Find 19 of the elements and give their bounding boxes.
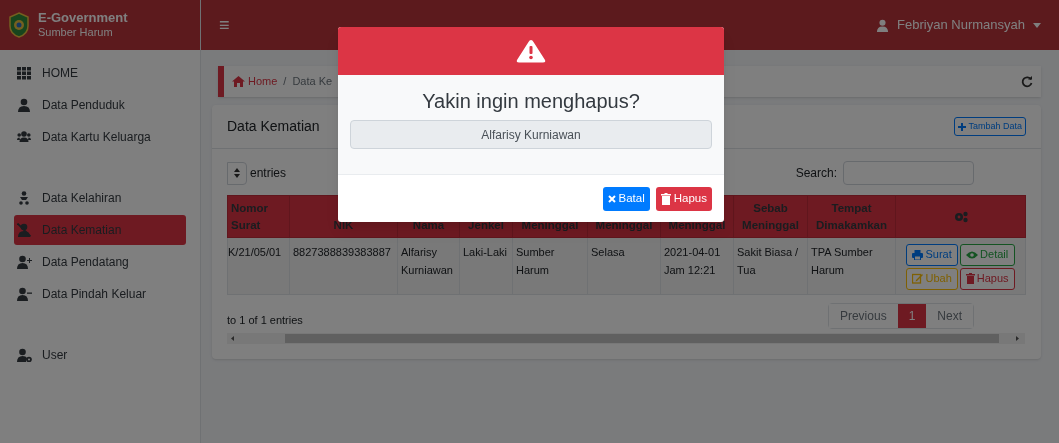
breadcrumb-separator: / bbox=[282, 74, 288, 90]
table-cell: K/21/05/01 bbox=[227, 237, 290, 295]
entries-label: entries bbox=[250, 165, 287, 182]
card-title: Data Kematian bbox=[227, 117, 320, 136]
brand-subtitle: Sumber Harum bbox=[38, 26, 114, 40]
brand-title: E-Government bbox=[38, 10, 128, 27]
table-info: to 1 of 1 entries bbox=[227, 312, 303, 328]
table-cell: Sumber Harum bbox=[512, 237, 588, 295]
table-cell: Selasa bbox=[587, 237, 661, 295]
table-cell: Alfarisy Kurniawan bbox=[397, 237, 460, 295]
breadcrumb-current: Data Ke bbox=[292, 74, 333, 90]
search-label: Search: bbox=[795, 165, 837, 182]
name-field: Alfarisy Kurniawan bbox=[350, 120, 712, 149]
dialog-title: Yakin ingin menghapus? bbox=[422, 89, 640, 114]
table-cell: Sakit Biasa / Tua bbox=[733, 237, 808, 295]
table-cell: 8827388839383887 bbox=[289, 237, 398, 295]
table-cell: Laki-Laki bbox=[459, 237, 513, 295]
table-cell: TPA Sumber Harum bbox=[807, 237, 896, 295]
table-cell: 2021-04-01 Jam 12:21 bbox=[660, 237, 734, 295]
